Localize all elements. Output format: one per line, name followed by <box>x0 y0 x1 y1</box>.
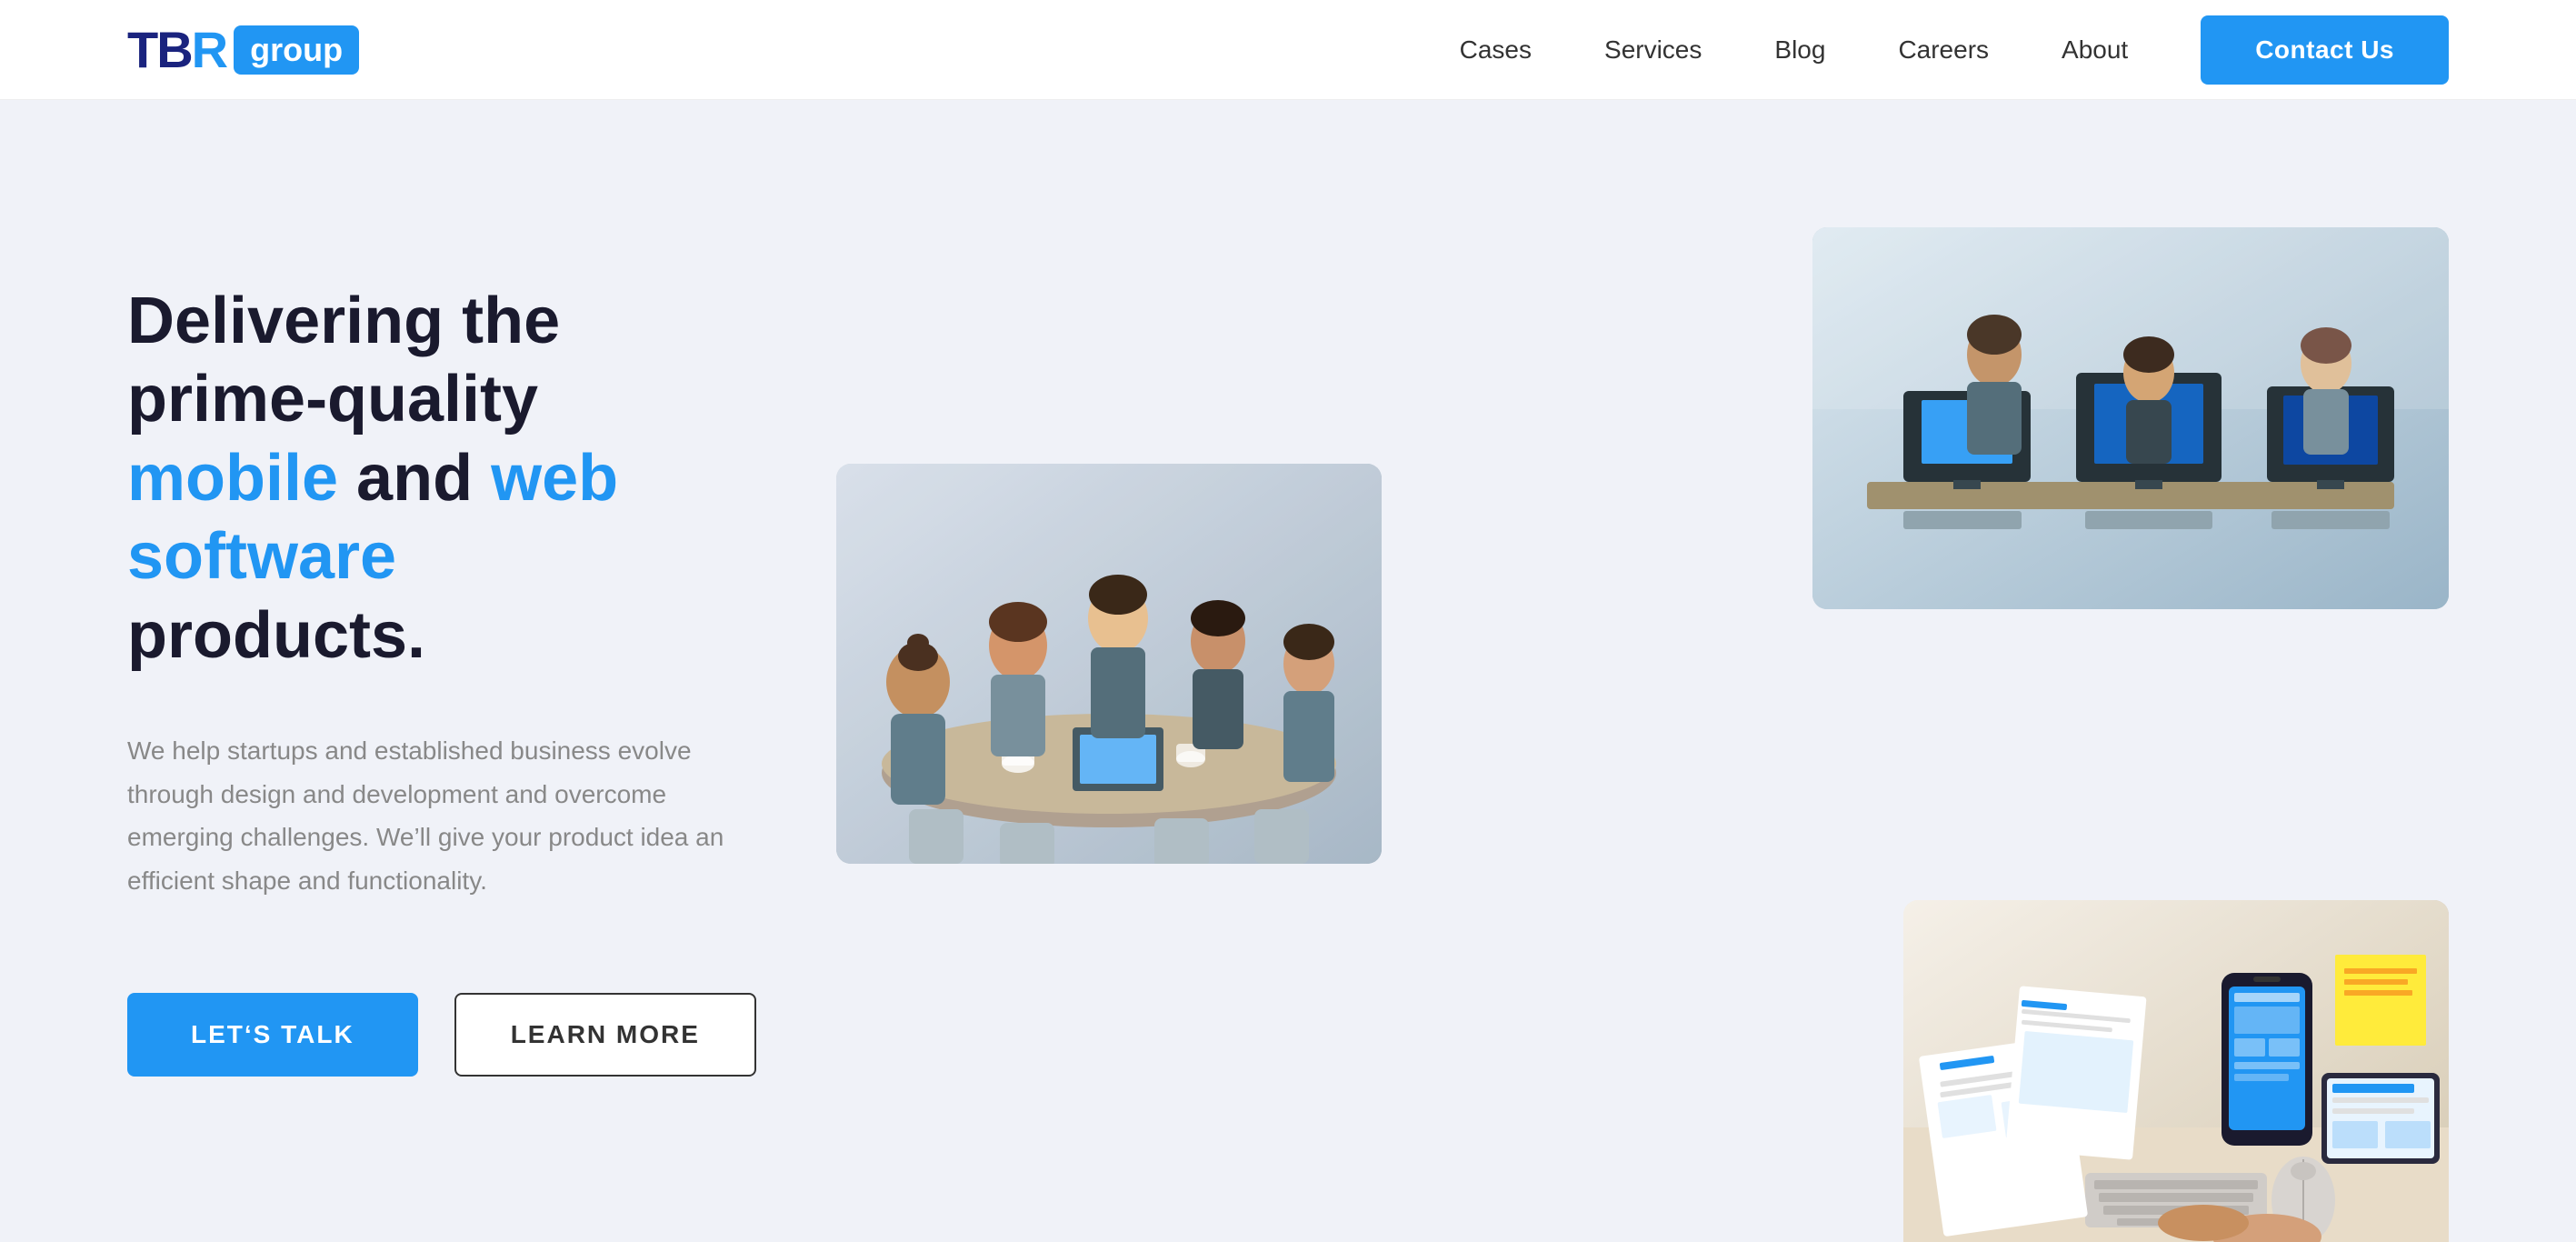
hero-content: Delivering the prime-quality mobile and … <box>127 227 764 1077</box>
nav-careers[interactable]: Careers <box>1898 35 1989 65</box>
hero-title-and: and <box>356 442 491 515</box>
nav-services[interactable]: Services <box>1604 35 1702 65</box>
hero-title-line1: Delivering the prime-quality <box>127 285 560 436</box>
learn-more-button[interactable]: LEARN MORE <box>454 993 756 1077</box>
navbar: TBR group Cases Services Blog Careers Ab… <box>0 0 2576 100</box>
logo-group-box: group <box>234 25 359 75</box>
logo-tbr-text: TBR <box>127 20 226 79</box>
nav-cases[interactable]: Cases <box>1460 35 1532 65</box>
hero-highlight-mobile: mobile <box>127 442 338 515</box>
logo-group-label: group <box>250 31 343 68</box>
nav-links: Cases Services Blog Careers About Contac… <box>1460 15 2449 85</box>
hero-title-line3: products. <box>127 599 425 672</box>
nav-about[interactable]: About <box>2062 35 2128 65</box>
image-team-meeting <box>836 464 1382 864</box>
image-team-computers <box>1812 227 2449 609</box>
hero-buttons: LET‘S TALK LEARN MORE <box>127 993 764 1077</box>
logo[interactable]: TBR group <box>127 20 359 79</box>
nav-blog[interactable]: Blog <box>1774 35 1825 65</box>
hero-section: Delivering the prime-quality mobile and … <box>0 100 2576 1242</box>
lets-talk-button[interactable]: LET‘S TALK <box>127 993 418 1077</box>
image-design-wireframe <box>1903 900 2449 1242</box>
hero-title: Delivering the prime-quality mobile and … <box>127 282 764 675</box>
hero-description: We help startups and established busines… <box>127 729 745 902</box>
contact-us-button[interactable]: Contact Us <box>2201 15 2449 85</box>
hero-images <box>836 227 2449 1227</box>
